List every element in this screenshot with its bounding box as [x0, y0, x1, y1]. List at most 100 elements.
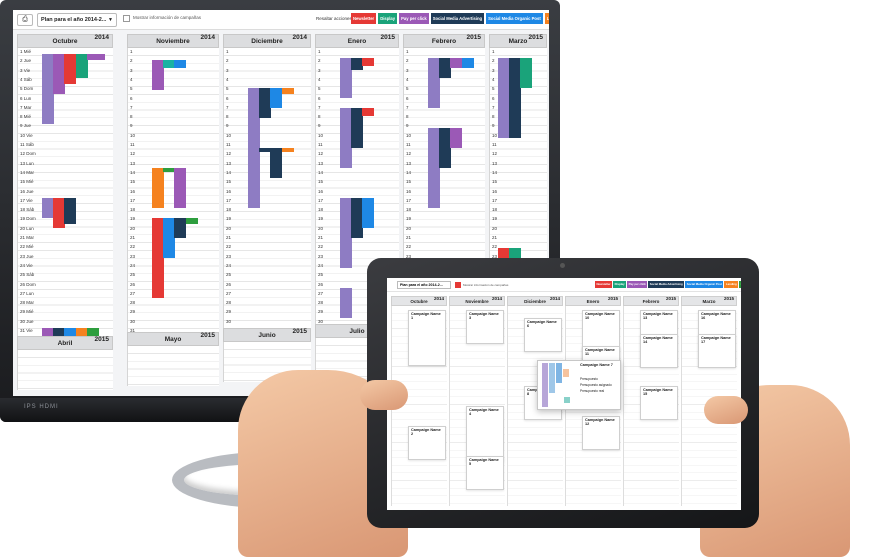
day-label: 7 Mar	[20, 104, 32, 110]
day-label: 30	[130, 318, 136, 324]
campaign-name: Campaign Name 16	[701, 312, 731, 320]
highlight-chip[interactable]: Pay per click	[399, 13, 429, 24]
campaign-card[interactable]: Campaign Name 4	[466, 406, 504, 462]
day-label: 8	[406, 114, 409, 120]
campaign-bar[interactable]	[450, 128, 462, 148]
campaign-name: Campaign Name 10	[585, 312, 615, 320]
day-label: 4	[406, 76, 409, 82]
day-label: 13	[318, 160, 324, 166]
tablet-plan-select[interactable]: Plan para el año 2014-2...	[397, 281, 451, 289]
month-column: Noviembre 2014 1 2 3 4 5 6 7 8 9 10 11 12 13 14 15 16 17 18…	[127, 34, 219, 338]
month-year: 2015	[200, 332, 215, 339]
highlight-chip[interactable]: Social Media Advertising	[430, 13, 485, 24]
campaign-bar[interactable]	[462, 58, 474, 68]
campaign-bar[interactable]	[174, 168, 186, 208]
tablet-highlight-chip[interactable]: Social Media Organic Post	[685, 281, 724, 288]
highlight-chip[interactable]: Social Media Organic Post	[486, 13, 543, 24]
day-label: 7	[492, 104, 495, 110]
campaign-bar[interactable]	[87, 54, 105, 60]
campaign-bar[interactable]	[362, 108, 374, 116]
campaign-bar[interactable]	[270, 148, 282, 178]
campaign-bar[interactable]	[509, 248, 521, 258]
left-thumb	[360, 380, 408, 410]
campaign-bar[interactable]	[186, 218, 198, 224]
tablet-show-info-checkbox[interactable]	[455, 282, 461, 288]
day-label: 24	[318, 262, 324, 268]
day-label: 10	[406, 132, 412, 138]
month-header: Abril 2015	[17, 336, 113, 350]
day-label: 12 Dom	[20, 151, 36, 157]
tablet-highlight-chip[interactable]: Social Media Advertising	[648, 281, 685, 288]
campaign-card[interactable]: Campaign Name 1	[408, 310, 446, 366]
campaign-bar[interactable]	[174, 60, 186, 68]
day-label: 11	[226, 142, 231, 147]
day-label: 13	[130, 160, 136, 166]
month-year: 2015	[292, 328, 307, 335]
highlight-chip[interactable]: Newsletter	[351, 13, 377, 24]
tablet-highlight-chip[interactable]: Newsletter	[595, 281, 613, 288]
print-icon[interactable]: ⎙	[17, 14, 33, 26]
day-label: 9	[130, 123, 133, 129]
campaign-bar[interactable]	[340, 288, 352, 318]
campaign-bar[interactable]	[248, 148, 260, 208]
day-label: 23	[318, 253, 324, 259]
campaign-bar[interactable]	[362, 198, 374, 228]
campaign-bar[interactable]	[64, 54, 76, 84]
month-column: Diciembre 2014 1 2 3 4 5 6 7 8 9 10 11 12 13 14 15 16 17 18…	[223, 34, 311, 338]
campaign-bar[interactable]	[270, 88, 282, 108]
day-label: 5	[406, 86, 409, 92]
day-label: 15	[492, 179, 498, 185]
day-label: 11	[406, 142, 411, 147]
tablet-highlight-chip[interactable]: Pay per click	[627, 281, 648, 288]
campaign-card[interactable]: Campaign Name 14	[640, 334, 678, 368]
highlight-chip[interactable]: Landing	[544, 13, 549, 24]
day-label: 13	[492, 160, 498, 166]
day-label: 28	[130, 300, 136, 306]
day-label: 17	[226, 197, 232, 203]
show-info-checkbox[interactable]	[123, 15, 130, 22]
day-label: 15	[318, 179, 324, 185]
day-label: 28 Mar	[20, 300, 35, 306]
highlight-chips: Newsletter Display Pay per click Social Med…	[351, 13, 549, 25]
campaign-bar[interactable]	[282, 148, 294, 152]
day-label: 5 Dom	[20, 86, 34, 92]
campaign-card[interactable]: Campaign Name 15	[640, 386, 678, 420]
campaign-card[interactable]: Campaign Name 12	[582, 416, 620, 450]
campaign-bar[interactable]	[362, 58, 374, 66]
campaign-bar[interactable]	[152, 168, 164, 208]
month-year: 2015	[94, 336, 109, 343]
tablet-highlight-chip[interactable]: Display	[613, 281, 627, 288]
day-label: 9 Jue	[20, 123, 32, 129]
popup-bar	[556, 363, 562, 383]
campaign-card[interactable]: Campaign Name 5	[466, 456, 504, 490]
campaign-bar[interactable]	[174, 218, 186, 238]
highlight-chip[interactable]: Display	[378, 13, 398, 24]
campaign-card[interactable]: Campaign Name 17	[698, 334, 736, 368]
campaign-bar[interactable]	[450, 58, 462, 68]
campaign-bar[interactable]	[520, 58, 532, 88]
tablet-month-header: Febrero 2015	[623, 296, 679, 306]
campaign-card[interactable]: Campaign Name 2	[408, 426, 446, 460]
day-label: 11 Sáb	[20, 142, 34, 147]
tablet-show-info-label: Mostrar información de campañas	[463, 283, 509, 287]
campaign-card[interactable]: Campaign Name 6	[524, 318, 562, 352]
plan-select[interactable]: Plan para el año 2014-2... ▼	[37, 13, 117, 27]
tablet-highlight-chip[interactable]: Landing	[724, 281, 739, 288]
month-header: Octubre 2014	[17, 34, 113, 48]
month-header: Mayo 2015	[127, 332, 219, 346]
campaign-bar[interactable]	[282, 88, 294, 94]
day-label: 25 Sáb	[20, 272, 35, 278]
campaign-card[interactable]: Campaign Name 3	[466, 310, 504, 344]
day-label: 22	[406, 244, 412, 250]
campaign-bar[interactable]	[64, 198, 76, 224]
month-year: 2014	[292, 34, 307, 41]
tablet-highlight-chip[interactable]: Radio	[739, 281, 741, 288]
day-label: 20	[318, 225, 324, 231]
day-label: 2	[226, 58, 229, 64]
chevron-down-icon: ▼	[108, 17, 113, 23]
day-label: 19	[492, 216, 498, 222]
scene: ⎙ Plan para el año 2014-2... ▼ Mostrar i…	[0, 0, 882, 557]
campaign-popup[interactable]: Campaign Name 7 Presupuesto Presupuesto …	[537, 360, 621, 410]
day-label: 2	[406, 58, 409, 64]
day-label: 17	[318, 197, 324, 203]
